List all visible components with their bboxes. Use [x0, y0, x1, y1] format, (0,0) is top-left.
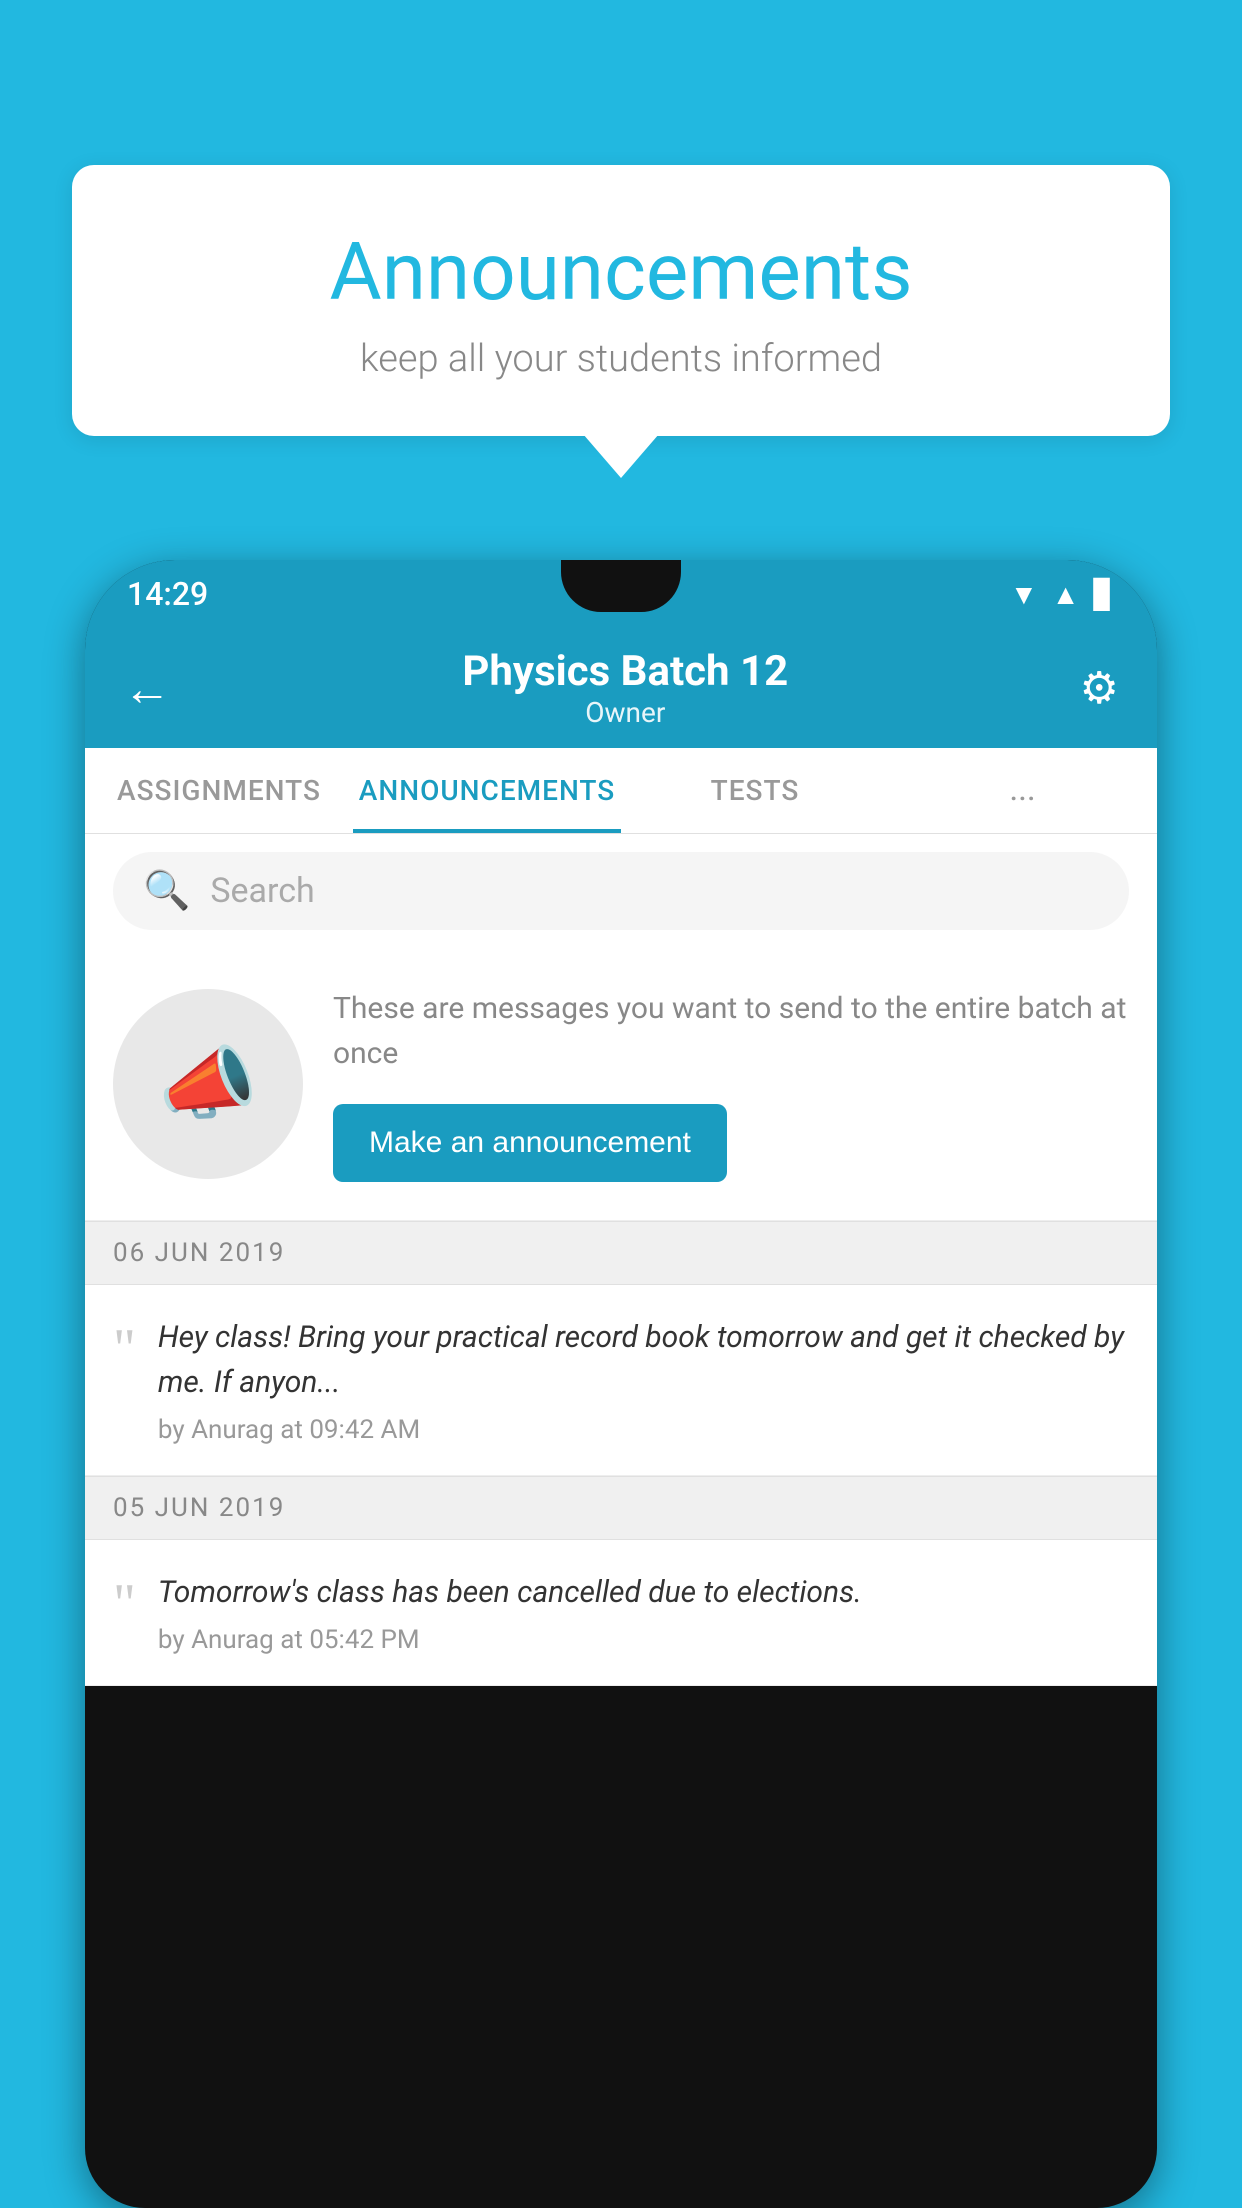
speech-bubble-title: Announcements [132, 225, 1110, 319]
signal-icon: ▲ [1052, 578, 1080, 611]
announcement-item-1[interactable]: " Hey class! Bring your practical record… [85, 1285, 1157, 1476]
speech-bubble-subtitle: keep all your students informed [132, 337, 1110, 381]
battery-icon: ▊ [1093, 578, 1115, 611]
promo-right: These are messages you want to send to t… [333, 986, 1129, 1182]
status-icons: ▼ ▲ ▊ [1010, 578, 1115, 611]
promo-icon-circle: 📣 [113, 989, 303, 1179]
search-bar-container: 🔍 Search [85, 834, 1157, 948]
status-time: 14:29 [127, 575, 208, 613]
quote-icon-2: " [113, 1576, 136, 1632]
wifi-icon: ▼ [1010, 578, 1038, 611]
back-button[interactable]: ← [123, 660, 171, 717]
tabs-bar: ASSIGNMENTS ANNOUNCEMENTS TESTS ... [85, 748, 1157, 834]
search-icon: 🔍 [143, 869, 190, 913]
speech-bubble: Announcements keep all your students inf… [72, 165, 1170, 436]
tab-tests[interactable]: TESTS [621, 748, 889, 833]
settings-icon[interactable]: ⚙ [1080, 662, 1119, 714]
megaphone-icon: 📣 [158, 1037, 258, 1131]
announcement-content-2: Tomorrow's class has been cancelled due … [158, 1570, 1129, 1655]
announcement-content-1: Hey class! Bring your practical record b… [158, 1315, 1129, 1445]
phone-notch [561, 560, 681, 612]
promo-description: These are messages you want to send to t… [333, 986, 1129, 1076]
header-title: Physics Batch 12 [462, 647, 788, 696]
search-bar[interactable]: 🔍 Search [113, 852, 1129, 930]
tab-more[interactable]: ... [889, 748, 1157, 833]
header-subtitle: Owner [462, 696, 788, 729]
announcement-promo: 📣 These are messages you want to send to… [85, 948, 1157, 1221]
app-header: ← Physics Batch 12 Owner ⚙ [85, 628, 1157, 748]
search-placeholder: Search [210, 871, 314, 911]
announcement-meta-1: by Anurag at 09:42 AM [158, 1415, 1129, 1445]
tab-assignments[interactable]: ASSIGNMENTS [85, 748, 353, 833]
phone-content: 🔍 Search 📣 These are messages you want t… [85, 834, 1157, 1686]
make-announcement-button[interactable]: Make an announcement [333, 1104, 727, 1182]
date-separator-1: 06 JUN 2019 [85, 1221, 1157, 1285]
announcement-meta-2: by Anurag at 05:42 PM [158, 1625, 1129, 1655]
speech-bubble-container: Announcements keep all your students inf… [72, 165, 1170, 436]
announcement-text-2: Tomorrow's class has been cancelled due … [158, 1570, 1129, 1615]
status-bar: 14:29 ▼ ▲ ▊ [85, 560, 1157, 628]
phone-frame: 14:29 ▼ ▲ ▊ ← Physics Batch 12 Owner ⚙ A… [85, 560, 1157, 2208]
header-center: Physics Batch 12 Owner [462, 647, 788, 729]
quote-icon-1: " [113, 1321, 136, 1377]
tab-announcements[interactable]: ANNOUNCEMENTS [353, 748, 621, 833]
date-separator-2: 05 JUN 2019 [85, 1476, 1157, 1540]
announcement-item-2[interactable]: " Tomorrow's class has been cancelled du… [85, 1540, 1157, 1686]
announcement-text-1: Hey class! Bring your practical record b… [158, 1315, 1129, 1405]
